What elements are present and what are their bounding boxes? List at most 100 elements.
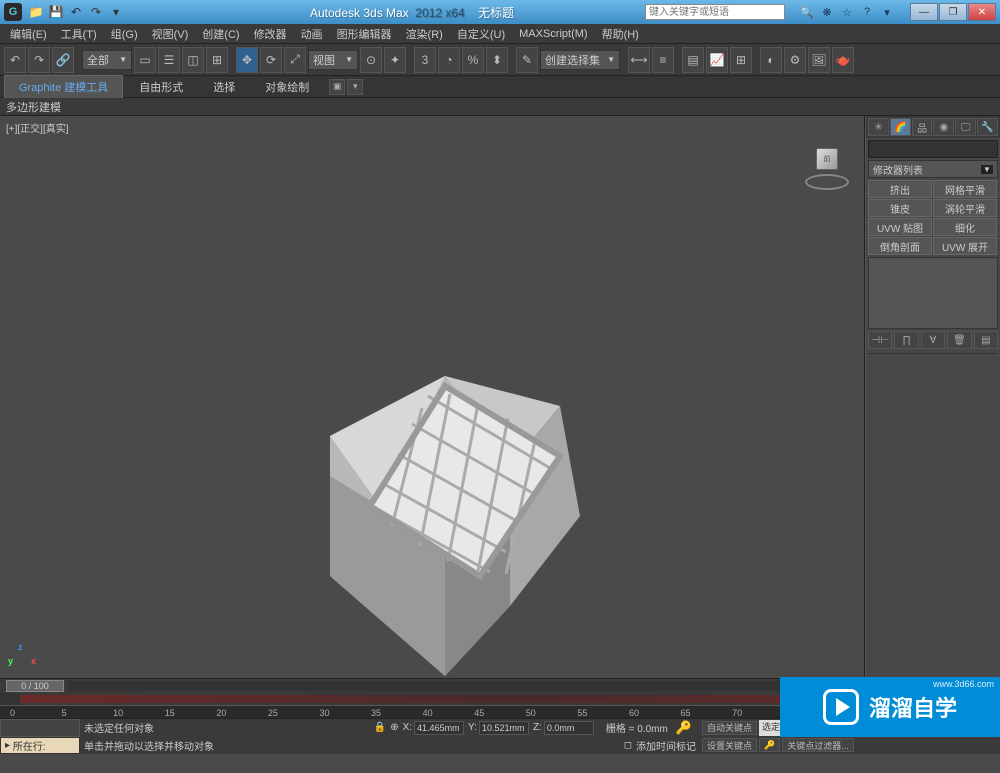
mod-extrude-button[interactable]: 挤出: [868, 180, 932, 198]
pivot-button[interactable]: ⊙: [360, 47, 382, 73]
qat-undo-icon[interactable]: ↶: [68, 4, 84, 20]
select-button[interactable]: ▭: [134, 47, 156, 73]
mod-skin-button[interactable]: 锥皮: [868, 199, 932, 217]
trackbar-toggle[interactable]: [0, 693, 20, 705]
snap-toggle-button[interactable]: 3: [414, 47, 436, 73]
viewport-label[interactable]: [+][正交][真实]: [6, 120, 69, 135]
setkey-big-icon[interactable]: 🔑: [759, 738, 780, 752]
mod-bevelprofile-button[interactable]: 倒角剖面: [868, 237, 932, 255]
search-icon[interactable]: 🔍: [799, 4, 815, 20]
menu-maxscript[interactable]: MAXScript(M): [513, 26, 593, 42]
pin-stack-icon[interactable]: ⊣⊢: [868, 331, 892, 349]
y-coord-field[interactable]: Y:: [468, 721, 529, 735]
angle-snap-button[interactable]: ◔: [438, 47, 460, 73]
menu-animation[interactable]: 动画: [295, 24, 329, 44]
window-crossing-button[interactable]: ⊞: [206, 47, 228, 73]
refcoord-combo[interactable]: 视图▼: [308, 50, 358, 70]
modify-tab-icon[interactable]: 🌈: [890, 118, 911, 136]
key-filters-button[interactable]: 关键点过滤器...: [782, 738, 854, 752]
display-tab-icon[interactable]: 🖵: [955, 118, 976, 136]
isolate-icon[interactable]: ◻: [624, 740, 632, 751]
mod-turbosmooth-button[interactable]: 涡轮平滑: [933, 199, 997, 217]
dropdown-icon[interactable]: ▾: [879, 4, 895, 20]
rotate-button[interactable]: ⟳: [260, 47, 282, 73]
object-name-field[interactable]: [868, 140, 998, 158]
render-setup-button[interactable]: ⚙: [784, 47, 806, 73]
qat-redo-icon[interactable]: ↷: [88, 4, 104, 20]
scale-button[interactable]: ⤢: [284, 47, 306, 73]
ribbon-tab-objpaint[interactable]: 对象绘制: [251, 76, 323, 98]
x-coord-field[interactable]: X:: [403, 721, 464, 735]
menu-modifiers[interactable]: 修改器: [248, 24, 293, 44]
percent-snap-button[interactable]: %: [462, 47, 484, 73]
ribbon-tab-graphite[interactable]: Graphite 建模工具: [4, 75, 123, 98]
render-button[interactable]: 🫖: [832, 47, 854, 73]
maxscript-mini-listener[interactable]: [0, 719, 80, 737]
mod-uvwmap-button[interactable]: UVW 贴图: [868, 218, 932, 236]
setkey-button[interactable]: 设置关键点: [702, 738, 757, 752]
app-icon[interactable]: G: [4, 3, 22, 21]
ribbon-panel-label[interactable]: 多边形建模: [6, 99, 61, 115]
move-button[interactable]: ✥: [236, 47, 258, 73]
menu-tools[interactable]: 工具(T): [55, 24, 103, 44]
render-frame-button[interactable]: 🖼: [808, 47, 830, 73]
menu-rendering[interactable]: 渲染(R): [400, 24, 449, 44]
mirror-button[interactable]: ⟷: [628, 47, 650, 73]
utilities-tab-icon[interactable]: 🔧: [977, 118, 998, 136]
schematic-button[interactable]: ⊞: [730, 47, 752, 73]
coord-display-icon[interactable]: ⊕: [390, 722, 398, 733]
edit-named-sel-button[interactable]: ✎: [516, 47, 538, 73]
config-sets-icon[interactable]: ▤: [974, 331, 998, 349]
qat-save-icon[interactable]: 💾: [48, 4, 64, 20]
motion-tab-icon[interactable]: ◉: [933, 118, 954, 136]
select-name-button[interactable]: ☰: [158, 47, 180, 73]
menu-edit[interactable]: 编辑(E): [4, 24, 53, 44]
link-button[interactable]: 🔗: [52, 47, 74, 73]
select-region-button[interactable]: ◫: [182, 47, 204, 73]
material-editor-button[interactable]: ◐: [760, 47, 782, 73]
menu-grapheditors[interactable]: 图形编辑器: [331, 24, 398, 44]
unique-icon[interactable]: ∀: [921, 331, 945, 349]
autokey-button[interactable]: 自动关键点: [702, 721, 757, 735]
time-slider-handle[interactable]: 0 / 100: [6, 680, 64, 692]
key-lock-icon[interactable]: 🔑: [676, 720, 692, 736]
menu-customize[interactable]: 自定义(U): [451, 24, 511, 44]
ribbon-tab-freeform[interactable]: 自由形式: [125, 76, 197, 98]
hierarchy-tab-icon[interactable]: 品: [912, 118, 933, 136]
mod-tessellate-button[interactable]: 细化: [933, 218, 997, 236]
viewport[interactable]: [+][正交][真实] 前 zyx: [0, 116, 865, 678]
close-button[interactable]: ✕: [968, 3, 996, 21]
ribbon-tab-selection[interactable]: 选择: [199, 76, 249, 98]
layers-button[interactable]: ▤: [682, 47, 704, 73]
show-end-icon[interactable]: ∏: [894, 331, 918, 349]
select-manipulate-button[interactable]: ✦: [384, 47, 406, 73]
menu-views[interactable]: 视图(V): [146, 24, 195, 44]
modifier-stack[interactable]: [868, 257, 998, 329]
selection-filter[interactable]: 全部▼: [82, 50, 132, 70]
menu-help[interactable]: 帮助(H): [596, 24, 645, 44]
z-coord-field[interactable]: Z:: [533, 721, 594, 735]
named-selection-combo[interactable]: 创建选择集▼: [540, 50, 620, 70]
modifier-list-combo[interactable]: 修改器列表▼: [868, 160, 998, 178]
create-tab-icon[interactable]: ✳: [868, 118, 889, 136]
menu-group[interactable]: 组(G): [105, 24, 144, 44]
remove-mod-icon[interactable]: 🗑: [947, 331, 971, 349]
mod-unwrap-button[interactable]: UVW 展开: [933, 237, 997, 255]
ribbon-min-icon[interactable]: ▣: [329, 79, 345, 95]
maximize-button[interactable]: ❐: [939, 3, 967, 21]
time-tag-label[interactable]: 添加时间标记: [636, 738, 696, 753]
favorites-icon[interactable]: ☆: [839, 4, 855, 20]
viewcube[interactable]: 前: [804, 144, 850, 190]
redo-button[interactable]: ↷: [28, 47, 50, 73]
minimize-button[interactable]: —: [910, 3, 938, 21]
qat-open-icon[interactable]: 📁: [28, 4, 44, 20]
comm-center-icon[interactable]: ❋: [819, 4, 835, 20]
menu-create[interactable]: 创建(C): [196, 24, 245, 44]
lock-selection-icon[interactable]: 🔒: [374, 722, 386, 733]
qat-dropdown-icon[interactable]: ▾: [108, 4, 124, 20]
mod-meshsmooth-button[interactable]: 网格平滑: [933, 180, 997, 198]
help-search-input[interactable]: [645, 4, 785, 20]
help-icon[interactable]: ?: [859, 4, 875, 20]
ribbon-opts-icon[interactable]: ▾: [347, 79, 363, 95]
spinner-snap-button[interactable]: ⬍: [486, 47, 508, 73]
